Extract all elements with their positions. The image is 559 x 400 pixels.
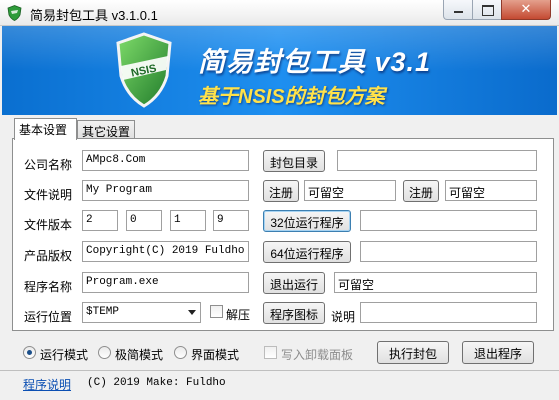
program-name-label: 程序名称 bbox=[24, 280, 73, 294]
help-link[interactable]: 程序说明 bbox=[23, 376, 71, 393]
run-location-value: $TEMP bbox=[86, 306, 120, 318]
unzip-label: 解压 bbox=[226, 308, 251, 322]
uninstall-panel-label: 写入卸载面板 bbox=[281, 348, 354, 362]
minimal-mode-label: 极简模式 bbox=[115, 348, 164, 362]
note-input[interactable] bbox=[360, 302, 537, 323]
run-32bit-input[interactable] bbox=[360, 210, 537, 231]
minimize-button[interactable] bbox=[443, 0, 473, 20]
ui-mode-radio[interactable] bbox=[174, 346, 187, 359]
close-icon: ✕ bbox=[520, 1, 532, 16]
run-mode-radio[interactable] bbox=[23, 346, 36, 359]
register-button-2[interactable]: 注册 bbox=[403, 180, 439, 202]
register-input-2[interactable]: 可留空 bbox=[445, 180, 537, 201]
version-minor-input[interactable]: 0 bbox=[126, 210, 162, 231]
chevron-down-icon bbox=[188, 310, 196, 315]
run-mode-label: 运行模式 bbox=[40, 348, 89, 362]
package-dir-input[interactable] bbox=[337, 150, 537, 171]
note-label: 说明 bbox=[331, 310, 356, 324]
register-button-1[interactable]: 注册 bbox=[263, 180, 299, 202]
exit-program-button[interactable]: 退出程序 bbox=[462, 341, 534, 364]
exit-run-button[interactable]: 退出运行 bbox=[263, 272, 325, 294]
footer-divider bbox=[0, 370, 559, 371]
app-shield-icon bbox=[7, 5, 22, 21]
company-label: 公司名称 bbox=[24, 158, 73, 172]
run-64bit-input[interactable] bbox=[360, 241, 537, 262]
banner-subtitle: 基于NSIS的封包方案 bbox=[198, 86, 385, 108]
close-button[interactable]: ✕ bbox=[501, 0, 551, 20]
execute-package-button[interactable]: 执行封包 bbox=[377, 341, 449, 364]
register-input-1[interactable]: 可留空 bbox=[304, 180, 396, 201]
copyright-input[interactable]: Copyright(C) 2019 Fuldho bbox=[82, 241, 249, 262]
copyright-label: 产品版权 bbox=[24, 249, 73, 263]
banner-title: 简易封包工具 v3.1 bbox=[198, 47, 432, 77]
program-icon-button[interactable]: 程序图标 bbox=[263, 302, 325, 324]
run-location-label: 运行位置 bbox=[24, 310, 73, 324]
description-input[interactable]: My Program bbox=[82, 180, 249, 201]
uninstall-panel-checkbox[interactable] bbox=[264, 346, 277, 359]
version-revision-input[interactable]: 9 bbox=[213, 210, 249, 231]
program-name-input[interactable]: Program.exe bbox=[82, 272, 249, 293]
nsis-shield-logo: NSIS bbox=[116, 32, 172, 108]
version-label: 文件版本 bbox=[24, 218, 73, 232]
run-32bit-button[interactable]: 32位运行程序 bbox=[263, 210, 351, 232]
company-input[interactable]: AMpc8.Com bbox=[82, 150, 249, 171]
footer-copyright: (C) 2019 Make: Fuldho bbox=[87, 377, 226, 389]
title-bar[interactable]: 简易封包工具 v3.1.0.1 ✕ bbox=[0, 0, 559, 26]
tab-basic-settings[interactable]: 基本设置 bbox=[14, 118, 77, 140]
minimal-mode-radio[interactable] bbox=[98, 346, 111, 359]
window-title: 简易封包工具 v3.1.0.1 bbox=[30, 8, 158, 23]
description-label: 文件说明 bbox=[24, 188, 73, 202]
unzip-checkbox[interactable] bbox=[210, 305, 223, 318]
package-dir-button[interactable]: 封包目录 bbox=[263, 150, 325, 172]
version-major-input[interactable]: 2 bbox=[82, 210, 118, 231]
ui-mode-label: 界面模式 bbox=[191, 348, 240, 362]
run-64bit-button[interactable]: 64位运行程序 bbox=[263, 241, 351, 263]
maximize-button[interactable] bbox=[472, 0, 502, 20]
header-banner: NSIS 简易封包工具 v3.1 基于NSIS的封包方案 bbox=[2, 26, 557, 115]
exit-run-input[interactable]: 可留空 bbox=[334, 272, 537, 293]
run-location-select[interactable]: $TEMP bbox=[82, 302, 201, 323]
version-build-input[interactable]: 1 bbox=[170, 210, 206, 231]
